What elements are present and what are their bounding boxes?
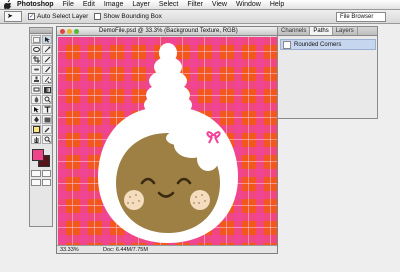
standard-screen-mode-button[interactable] [31, 179, 41, 186]
show-bounding-box-option[interactable]: Show Bounding Box [94, 13, 162, 20]
document-window: DemoFile.psd @ 33.3% (Background Texture… [56, 26, 278, 254]
menu-file[interactable]: File [63, 0, 74, 9]
show-bounding-box-checkbox[interactable] [94, 13, 102, 20]
path-thumbnail [283, 40, 291, 49]
clone-stamp-tool[interactable] [31, 75, 41, 84]
window-controls [60, 28, 79, 34]
show-bounding-box-label: Show Bounding Box [103, 13, 162, 20]
path-selection-tool[interactable] [31, 105, 41, 114]
path-item-rounded-corners[interactable]: Rounded Corners [280, 39, 376, 50]
type-tool[interactable] [42, 105, 52, 114]
menu-bar: Photoshop File Edit Image Layer Select F… [0, 0, 400, 10]
lasso-tool[interactable] [31, 45, 41, 54]
document-title-bar[interactable]: DemoFile.psd @ 33.3% (Background Texture… [57, 27, 277, 36]
options-bar: ➤ ✓ Auto Select Layer Show Bounding Box … [0, 10, 400, 24]
auto-select-layer-option[interactable]: ✓ Auto Select Layer [28, 13, 88, 20]
hand-tool[interactable] [31, 135, 41, 144]
full-screen-mode-button[interactable] [41, 179, 51, 186]
document-size-info[interactable]: Doc: 6.44M/7.75M [103, 247, 148, 253]
close-window-icon[interactable] [60, 28, 65, 34]
edit-mode-buttons [30, 169, 52, 178]
magic-wand-tool[interactable] [42, 45, 52, 54]
move-tool[interactable] [42, 35, 52, 44]
artwork [58, 37, 277, 245]
tool-preset-picker[interactable]: ➤ [4, 11, 22, 22]
auto-select-layer-label: Auto Select Layer [37, 13, 89, 20]
toolbox [29, 27, 53, 227]
color-swatches [30, 147, 52, 169]
menu-image[interactable]: Image [104, 0, 123, 9]
menu-view[interactable]: View [212, 0, 227, 9]
path-item-label: Rounded Corners [294, 41, 342, 48]
tab-channels[interactable]: Channels [278, 27, 311, 35]
auto-select-layer-checkbox[interactable]: ✓ [28, 13, 35, 20]
healing-brush-tool[interactable] [31, 65, 41, 74]
menu-filter[interactable]: Filter [187, 0, 203, 9]
menu-layer[interactable]: Layer [132, 0, 150, 9]
move-tool-icon: ➤ [7, 13, 13, 20]
apple-icon[interactable] [3, 0, 13, 9]
paths-panel: Channels Paths Layers Rounded Corners [277, 26, 378, 119]
pen-tool[interactable] [31, 115, 41, 124]
history-brush-tool[interactable] [42, 75, 52, 84]
tab-layers[interactable]: Layers [333, 27, 358, 35]
zoom-tool[interactable] [42, 135, 52, 144]
gradient-tool[interactable] [42, 85, 52, 94]
zoom-level[interactable]: 33.33% [57, 247, 87, 253]
screen-mode-buttons [30, 178, 52, 187]
menu-photoshop[interactable]: Photoshop [17, 0, 54, 9]
minimize-window-icon[interactable] [67, 28, 72, 34]
panel-tabs: Channels Paths Layers [278, 27, 377, 36]
brush-tool[interactable] [42, 65, 52, 74]
menu-edit[interactable]: Edit [83, 0, 95, 9]
eyedropper-tool[interactable] [42, 125, 52, 134]
image-canvas[interactable] [58, 37, 277, 245]
document-title: DemoFile.psd @ 33.3% (Background Texture… [99, 28, 238, 34]
quick-mask-mode-button[interactable] [41, 170, 51, 177]
menu-window[interactable]: Window [236, 0, 261, 9]
tab-paths[interactable]: Paths [310, 27, 333, 35]
shape-tool[interactable] [42, 115, 52, 124]
notes-tool[interactable] [31, 125, 41, 134]
foreground-color-swatch[interactable] [32, 149, 44, 161]
tool-grid [30, 34, 52, 145]
crop-tool[interactable] [31, 55, 41, 64]
dodge-tool[interactable] [42, 95, 52, 104]
blur-tool[interactable] [31, 95, 41, 104]
menu-help[interactable]: Help [270, 0, 284, 9]
marquee-tool[interactable] [31, 35, 41, 44]
menu-select[interactable]: Select [159, 0, 178, 9]
file-browser-well[interactable]: File Browser [336, 12, 386, 22]
zoom-window-icon[interactable] [74, 28, 79, 34]
standard-mode-button[interactable] [31, 170, 41, 177]
eraser-tool[interactable] [31, 85, 41, 94]
document-status-bar: 33.33% Doc: 6.44M/7.75M [57, 245, 277, 253]
slice-tool[interactable] [42, 55, 52, 64]
